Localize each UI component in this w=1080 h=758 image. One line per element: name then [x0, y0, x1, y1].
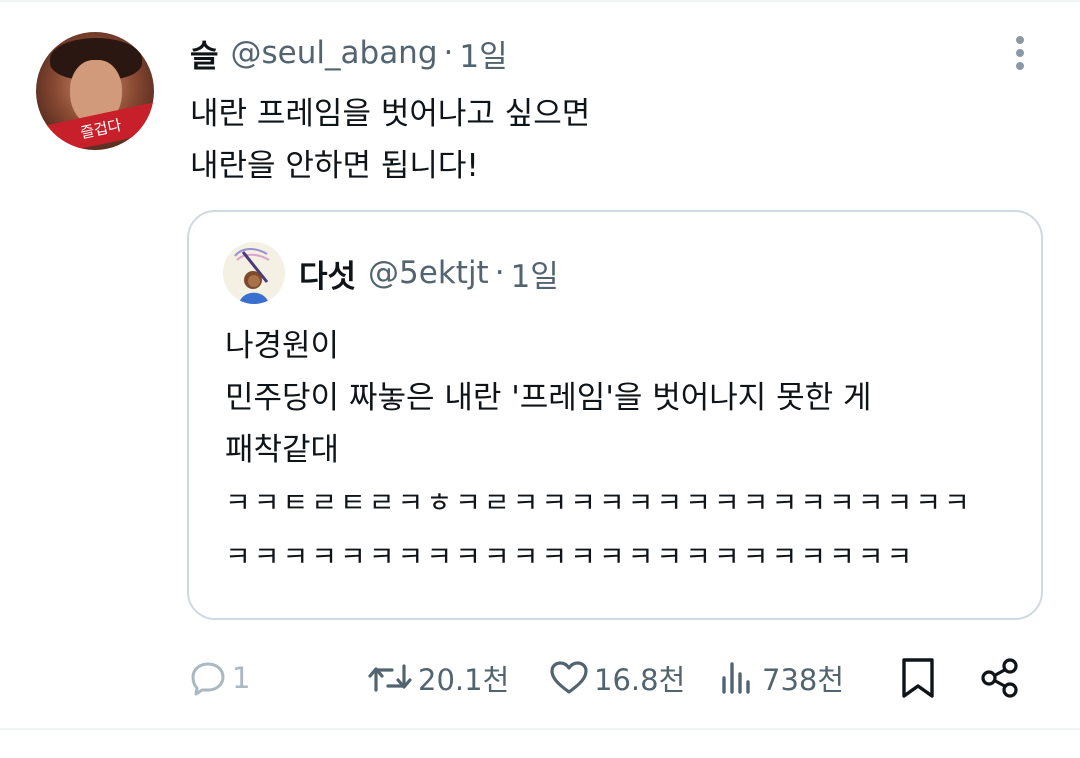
retweet-count: 20.1천: [418, 663, 510, 697]
quoted-tweet-card[interactable]: 다섯 @5ektjt · 1일 나경원이 민주당이 짜놓은 내란 '프레임'을 …: [187, 210, 1043, 620]
bookmark-icon: [902, 658, 934, 698]
quoted-text-line: ㅋㅋㅋㅋㅋㅋㅋㅋㅋㅋㅋㅋㅋㅋㅋㅋㅋㅋㅋㅋㅋㅋㅋㅋ: [225, 540, 916, 573]
reply-button[interactable]: 1: [188, 650, 250, 706]
retweet-icon: [368, 664, 412, 692]
heart-icon: [550, 661, 588, 694]
tweet-text: 내란 프레임을 벗어나고 싶으면 내란을 안하면 됩니다!: [190, 88, 1010, 192]
author-display-name[interactable]: 슬: [190, 31, 219, 76]
tweet-time[interactable]: 1일: [459, 31, 507, 76]
quoted-author-avatar[interactable]: [223, 242, 285, 304]
like-button[interactable]: 16.8천: [548, 650, 685, 706]
retweet-button[interactable]: 20.1천: [366, 650, 509, 706]
quoted-tweet-header: 다섯 @5ektjt · 1일: [299, 250, 559, 296]
quoted-author-display-name[interactable]: 다섯: [299, 251, 356, 296]
top-divider: [0, 0, 1080, 2]
quoted-author-handle[interactable]: @5ektjt: [368, 255, 489, 291]
quoted-text-line: ㅋㅋㅌㄹㅌㄹㅋㅎㅋㄹㅋㅋㅋㅋㅋㅋㅋㅋㅋㅋㅋㅋㅋㅋㅋㅋ: [225, 486, 973, 519]
reply-count: 1: [232, 661, 251, 695]
share-icon: [981, 658, 1018, 698]
views-button[interactable]: 738천: [718, 650, 844, 706]
views-icon: [722, 662, 750, 694]
tweet-header: 슬 @seul_abang · 1일: [190, 30, 508, 76]
author-avatar[interactable]: 즐겁다: [36, 32, 154, 150]
quoted-separator-dot: ·: [494, 255, 505, 291]
reply-icon: [191, 662, 225, 696]
quoted-text-line: 민주당이 짜놓은 내란 '프레임'을 벗어나지 못한 게: [225, 380, 872, 416]
bookmark-button[interactable]: [898, 650, 938, 706]
tweet-text-line: 내란 프레임을 벗어나고 싶으면: [190, 96, 591, 132]
quoted-avatar-illustration: [223, 242, 285, 304]
author-handle[interactable]: @seul_abang: [231, 35, 438, 71]
tweet-actions-bar: 1 20.1천 16.8천 738천: [0, 650, 1080, 706]
separator-dot: ·: [443, 35, 454, 71]
quoted-tweet-text: 나경원이 민주당이 짜놓은 내란 '프레임'을 벗어나지 못한 게 패착같대 ㅋ…: [225, 320, 1025, 584]
quoted-text-line: 나경원이: [225, 328, 340, 364]
tweet-text-line: 내란을 안하면 됩니다!: [190, 148, 479, 184]
like-count: 16.8천: [594, 663, 686, 697]
bottom-divider: [0, 728, 1080, 730]
quoted-text-line: 패착같대: [225, 432, 340, 468]
views-count: 738천: [762, 663, 845, 697]
more-vertical-icon[interactable]: [1008, 36, 1032, 76]
quoted-tweet-time[interactable]: 1일: [511, 251, 559, 296]
share-button[interactable]: [978, 650, 1022, 706]
